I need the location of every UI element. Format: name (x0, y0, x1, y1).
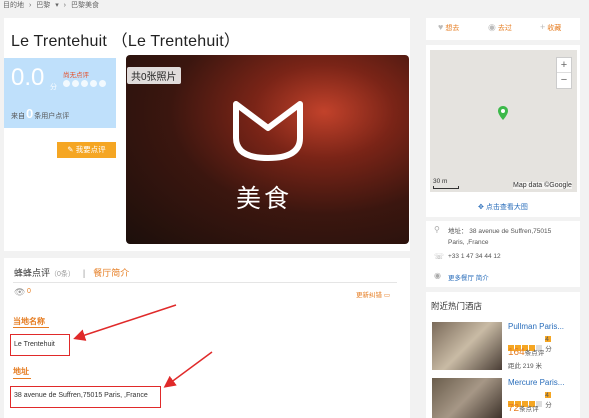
heading-underline (13, 378, 31, 379)
hotel-name[interactable]: Pullman Paris... (508, 322, 564, 331)
rating-unit: 分 (50, 84, 57, 91)
map-scale-bar (433, 186, 459, 189)
location-icon: ⚲ (434, 225, 440, 234)
zoom-in-button[interactable]: + (557, 58, 571, 73)
rating-stars (63, 80, 108, 89)
review-count-suffix: 条用户点评 (34, 113, 70, 120)
star-icon (90, 80, 97, 87)
map[interactable] (430, 50, 577, 192)
star-icon (81, 80, 88, 87)
view-large-map-label: 点击查看大图 (485, 204, 528, 211)
hotel-review-count-value: 164 (508, 347, 525, 358)
favorite-label: 收藏 (547, 25, 562, 32)
hotel-score: 4分 (545, 336, 552, 353)
review-count-line: 来自0条用户点评 (11, 106, 69, 121)
rating-score: 0.0 (11, 64, 45, 91)
zoom-out-button[interactable]: − (557, 73, 571, 87)
want-to-go-label: 想去 (445, 25, 460, 32)
pencil-icon: ✎ (67, 145, 74, 154)
heading-underline (13, 327, 49, 328)
review-tabs: 蜂蜂点评（0条） | 餐厅简介 (14, 266, 129, 279)
been-there-label: 去过 (497, 25, 512, 32)
write-review-label: 我要点评 (75, 145, 106, 154)
edit-icon: ▭ (383, 292, 390, 299)
move-icon: ✥ (478, 204, 484, 211)
chevron-down-icon[interactable]: ▾ (55, 2, 59, 9)
hotel-image[interactable] (432, 378, 502, 418)
info-address-line2: Paris, ,France (448, 239, 489, 246)
breadcrumb-current[interactable]: 巴黎美食 (71, 2, 99, 9)
favorite-button[interactable]: + 收藏 (540, 22, 561, 33)
eye-icon: 👁 (14, 287, 26, 297)
hotel-name[interactable]: Mercure Paris... (508, 378, 564, 387)
chat-icon: ◉ (434, 271, 441, 280)
meishi-logo-icon (233, 101, 303, 161)
address-value: 38 avenue de Suffren,75015 Paris, ,Franc… (14, 392, 148, 399)
breadcrumb: 目的地 › 巴黎 ▾ › 巴黎美食 (3, 0, 102, 14)
breadcrumb-separator: › (63, 2, 67, 9)
nearby-hotels-title: 附近热门酒店 (431, 301, 483, 311)
write-review-button[interactable]: ✎ 我要点评 (57, 142, 116, 158)
update-correction-link[interactable]: 更新纠错 ▭ (356, 289, 390, 299)
divider (13, 282, 397, 283)
hotel-review-count: 164条点评 (508, 347, 544, 358)
breadcrumb-separator: › (28, 2, 32, 9)
photo-count-badge[interactable]: 共0张照片 (127, 67, 181, 84)
plus-icon: + (540, 22, 546, 32)
map-zoom-control: + − (556, 57, 572, 89)
map-attribution[interactable]: Map data ©Google (513, 182, 572, 189)
view-large-map-link[interactable]: ✥ 点击查看大图 (478, 202, 528, 212)
info-address: 地址： 38 avenue de Suffren,75015 Paris, ,F… (448, 226, 551, 248)
address-heading: 地址 (13, 367, 29, 376)
been-there-button[interactable]: ◉ 去过 (488, 22, 512, 33)
no-review-label: 尚无点评 (63, 72, 89, 79)
phone-icon: ☏ (434, 252, 445, 261)
hotel-review-count-value: 72 (508, 403, 520, 414)
page-title: Le Trentehuit （Le Trentehuit） (11, 33, 241, 50)
update-correction-label: 更新纠错 (356, 292, 382, 299)
local-name-value: Le Trentehuit (14, 341, 55, 348)
tab-reviews-count: （0条） (50, 271, 75, 278)
tab-reviews[interactable]: 蜂蜂点评 (14, 268, 50, 278)
view-count: 0 (27, 288, 31, 295)
star-icon (63, 80, 70, 87)
check-circle-icon: ◉ (488, 22, 496, 32)
star-icon (99, 80, 106, 87)
breadcrumb-home[interactable]: 目的地 (3, 2, 24, 9)
heart-icon: ♥ (438, 22, 444, 32)
breadcrumb-city[interactable]: 巴黎 (36, 2, 50, 9)
review-count: 0 (26, 106, 34, 121)
photo-caption: 美食 (236, 185, 293, 213)
info-phone: +33 1 47 34 44 12 (448, 253, 501, 260)
map-pin-icon[interactable] (498, 106, 508, 120)
more-restaurants-link[interactable]: 更多餐厅 简介 (448, 272, 489, 282)
hotel-review-count: 72条点评 (508, 403, 539, 414)
info-address-line1: 地址： 38 avenue de Suffren,75015 (448, 228, 552, 235)
star-icon (72, 80, 79, 87)
hotel-image[interactable] (432, 322, 502, 370)
want-to-go-button[interactable]: ♥ 想去 (438, 22, 459, 33)
tab-separator: | (82, 268, 86, 278)
local-name-heading: 当地名称 (13, 317, 45, 326)
hotel-distance: 距此 219 米 (508, 363, 542, 370)
hotel-review-count-unit: 条点评 (519, 406, 539, 413)
map-scale-label: 30 m (433, 178, 448, 185)
hotel-score: 4分 (545, 392, 552, 409)
tab-intro[interactable]: 餐厅简介 (93, 268, 129, 278)
hotel-review-count-unit: 条点评 (524, 350, 545, 357)
review-count-prefix: 来自 (11, 113, 25, 120)
